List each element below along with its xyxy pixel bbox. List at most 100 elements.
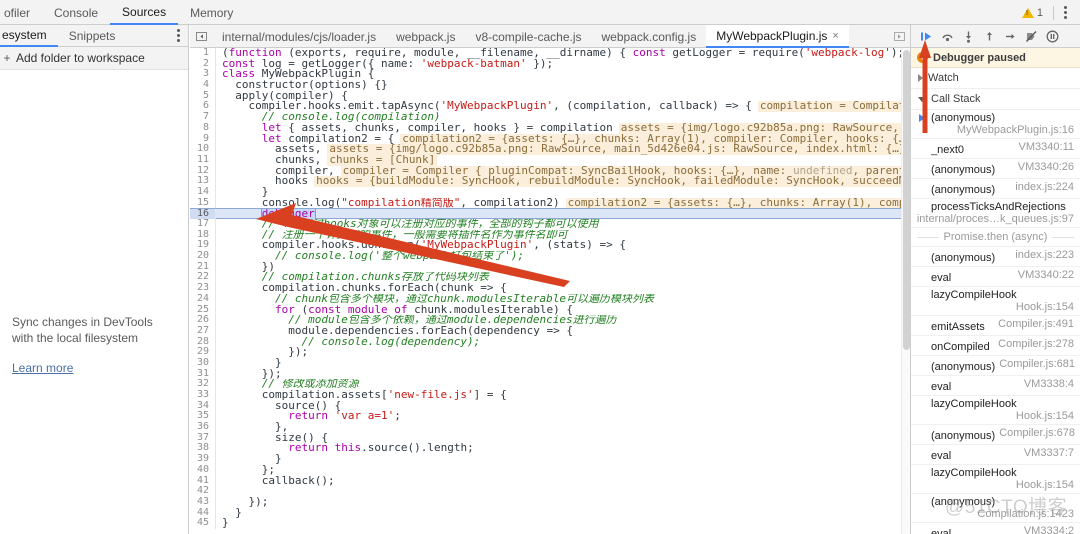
panel-tab-profiler[interactable]: ofiler [0, 0, 42, 25]
code-line[interactable]: 9 let compilation2 = {compilation2 = {as… [190, 133, 910, 145]
code-editor[interactable]: 1 (function (exports, require, module, __… [190, 48, 910, 534]
code-line[interactable]: 18 // 注册一个详完成的事件，一般需要将插件名作为事件名即可 [190, 229, 910, 241]
code-line[interactable]: 24 // chunk包含多个模块，通过chunk.modulesIterabl… [190, 293, 910, 305]
watch-section-header[interactable]: Watch [911, 68, 1080, 89]
call-stack-row[interactable]: eval VM3334:2 [911, 523, 1080, 534]
code-line[interactable]: 6 compiler.hooks.emit.tapAsync('MyWebpac… [190, 101, 910, 113]
line-number[interactable]: 45 [190, 518, 216, 529]
step-out-icon[interactable] [980, 27, 999, 46]
code-line[interactable]: 23 compilation.chunks.forEach(chunk => { [190, 282, 910, 294]
code-line[interactable]: 45} [190, 518, 910, 529]
call-stack-row[interactable]: eval VM3337:7 [911, 445, 1080, 465]
resume-icon[interactable] [917, 27, 936, 46]
code-line[interactable]: 27 module.dependencies.forEach(dependenc… [190, 325, 910, 337]
line-number[interactable]: 8 [190, 122, 216, 134]
editor-scrollbar-thumb[interactable] [903, 50, 910, 350]
step-into-icon[interactable] [959, 27, 978, 46]
close-icon[interactable]: × [832, 30, 838, 42]
call-stack-row[interactable]: lazyCompileHook Hook.js:154 [911, 396, 1080, 425]
call-stack-row[interactable]: lazyCompileHook Hook.js:154 [911, 287, 1080, 316]
file-tab-v8-compile-cache[interactable]: v8-compile-cache.js [465, 25, 591, 48]
pause-on-exceptions-icon[interactable] [1043, 27, 1062, 46]
code-line[interactable]: 14 } [190, 186, 910, 198]
line-number[interactable]: 15 [190, 197, 216, 209]
editor-scrollbar[interactable] [901, 48, 910, 534]
code-line[interactable]: 21 }) [190, 261, 910, 273]
code-line[interactable]: 12 compiler, compiler = Compiler {_plugin… [190, 165, 910, 177]
call-stack-row[interactable]: (anonymous) Compilation.js:1423 [911, 494, 1080, 523]
call-stack-row[interactable]: emitAssets Compiler.js:491 [911, 316, 1080, 336]
step-icon[interactable] [1001, 27, 1020, 46]
code-line[interactable]: 1 (function (exports, require, module, __… [190, 48, 910, 59]
file-tab-mywebpackplugin[interactable]: MyWebpackPlugin.js × [706, 25, 849, 48]
panel-tab-sources[interactable]: Sources [110, 0, 179, 25]
code-line[interactable]: 44 } [190, 507, 910, 519]
code-line[interactable]: 17 // 4. 通过hooks对象可以注册对应的事件，全部的钩子都可以使用 [190, 218, 910, 230]
code-line[interactable]: 8 let { assets, chunks, compiler, hooks … [190, 122, 910, 134]
code-line[interactable]: 15 console.log("compilation精简版", compila… [190, 197, 910, 209]
code-line[interactable]: 11 chunks, chunks = [Chunk] [190, 154, 910, 166]
call-stack-row[interactable]: _next0 VM3340:11 [911, 139, 1080, 159]
call-stack-row[interactable]: (anonymous) MyWebpackPlugin.js:16 [911, 110, 1080, 139]
code-line[interactable]: 35 return 'var a=1'; [190, 411, 910, 423]
code-line[interactable]: 31 }); [190, 368, 910, 380]
code-line[interactable]: 7 // console.log(compilation) [190, 111, 910, 123]
panel-tab-memory[interactable]: Memory [178, 0, 245, 25]
code-line[interactable]: 28 // console.log(dependency); [190, 336, 910, 348]
line-number[interactable]: 24 [190, 293, 216, 305]
code-line[interactable]: 33 compilation.assets['new-file.js'] = { [190, 389, 910, 401]
code-line[interactable]: 20 // console.log('整个webpack打包结束了'); [190, 250, 910, 262]
nav-tab-snippets[interactable]: Snippets [58, 25, 127, 47]
code-line[interactable]: 2 const log = getLogger({ name: 'webpack-… [190, 58, 910, 70]
line-number[interactable]: 11 [190, 154, 216, 166]
scroll-tabs-right-icon[interactable] [888, 25, 910, 47]
code-line[interactable]: 3 class MyWebpackPlugin { [190, 69, 910, 81]
call-stack-row[interactable]: lazyCompileHook Hook.js:154 [911, 465, 1080, 494]
call-stack-row[interactable]: (anonymous) Compiler.js:681 [911, 356, 1080, 376]
code-line[interactable]: 32 // 修改或添加资源 [190, 379, 910, 391]
file-tab-webpack-config[interactable]: webpack.config.js [592, 25, 707, 48]
call-stack-row[interactable]: (anonymous) index.js:223 [911, 247, 1080, 267]
code-line[interactable]: 43 }); [190, 496, 910, 508]
call-stack-row[interactable]: (anonymous) VM3340:26 [911, 159, 1080, 179]
code-line[interactable]: 25 for (const module of chunk.modulesIte… [190, 304, 910, 316]
call-stack-row[interactable]: onCompiled Compiler.js:278 [911, 336, 1080, 356]
code-line[interactable]: 42 [190, 485, 910, 497]
kebab-menu-icon[interactable] [1058, 6, 1073, 19]
code-line[interactable]: 30 } [190, 357, 910, 369]
code-line[interactable]: 39 } [190, 453, 910, 465]
learn-more-link[interactable]: Learn more [12, 360, 73, 376]
code-line[interactable]: 36 }, [190, 421, 910, 433]
call-stack-row[interactable]: (anonymous) index.js:224 [911, 179, 1080, 199]
code-line[interactable]: 41 callback(); [190, 475, 910, 487]
navigator-more-icon[interactable] [169, 25, 188, 46]
line-number[interactable]: 27 [190, 325, 216, 337]
code-line[interactable]: 5 apply(compiler) { [190, 90, 910, 102]
code-line[interactable]: 37 size() { [190, 432, 910, 444]
code-line[interactable]: 22 // compilation.chunks存放了代码块列表 [190, 272, 910, 284]
add-folder-to-workspace-button[interactable]: + Add folder to workspace [0, 47, 188, 70]
code-line[interactable]: 26 // module包含多个依赖，通过module.dependencies… [190, 314, 910, 326]
file-tab-webpack[interactable]: webpack.js [386, 25, 465, 48]
code-line[interactable]: 13 hooks hooks = {buildModule: SyncHook, … [190, 176, 910, 187]
nav-tab-filesystem[interactable]: esystem [0, 25, 58, 47]
code-line[interactable]: 4 constructor(options) {} [190, 79, 910, 91]
deactivate-breakpoints-icon[interactable] [1022, 27, 1041, 46]
code-line[interactable]: 19 compiler.hooks.done.tap('MyWebpackPlu… [190, 240, 910, 252]
call-stack-row[interactable]: (anonymous) Compiler.js:678 [911, 425, 1080, 445]
code-line[interactable]: 38 return this.source().length; [190, 443, 910, 455]
call-stack-row[interactable]: eval VM3338:4 [911, 376, 1080, 396]
step-over-icon[interactable] [938, 27, 957, 46]
call-stack-row[interactable]: processTicksAndRejections internal/proces… [911, 199, 1080, 228]
code-line[interactable]: 40 }; [190, 464, 910, 476]
call-stack-section-header[interactable]: Call Stack [911, 89, 1080, 110]
scroll-tabs-left-icon[interactable] [190, 25, 212, 47]
line-number[interactable]: 43 [190, 496, 216, 508]
line-number[interactable]: 40 [190, 464, 216, 476]
code-line[interactable]: 34 source() { [190, 400, 910, 412]
code-line[interactable]: 10 assets, assets = {img/logo.c92b85a.png… [190, 143, 910, 155]
panel-tab-console[interactable]: Console [42, 0, 110, 25]
warning-indicator[interactable]: 1 [1016, 7, 1049, 19]
code-line[interactable]: 29 }); [190, 347, 910, 358]
call-stack-row[interactable]: eval VM3340:22 [911, 267, 1080, 287]
